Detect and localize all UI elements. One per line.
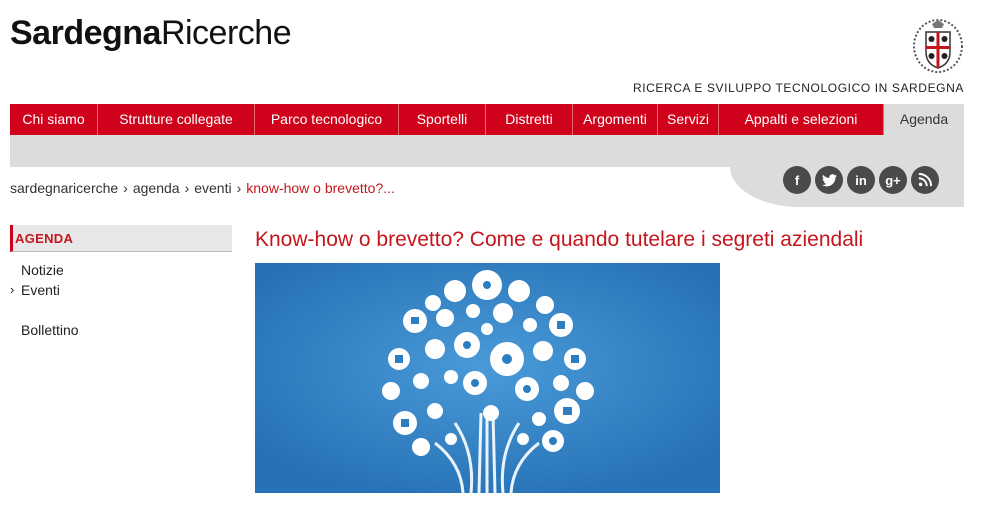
breadcrumb-separator: › [123, 180, 128, 196]
site-logo[interactable]: SardegnaRicerche [10, 14, 292, 52]
sidebar-menu: Notizie › Eventi Bollettino [10, 260, 232, 340]
breadcrumb-separator: › [236, 180, 242, 196]
breadcrumb: sardegnaricerche › agenda › eventi › know-how … [10, 180, 395, 196]
nav-item-servizi[interactable]: Servizi [658, 104, 719, 135]
sidebar-item-notizie[interactable]: Notizie [10, 260, 232, 280]
nav-item-strutture-collegate[interactable]: Strutture collegate [98, 104, 255, 135]
article-image [255, 263, 720, 493]
chevron-right-icon: › [10, 282, 15, 297]
social-tree-illustration [255, 263, 720, 493]
breadcrumb-home[interactable]: sardegnaricerche [10, 180, 118, 196]
nav-item-chi-siamo[interactable]: Chi siamo [10, 104, 98, 135]
nav-item-appalti-e-selezioni[interactable]: Appalti e selezioni [719, 104, 884, 135]
sidebar-heading: AGENDA [10, 225, 232, 252]
sidebar-item-label: Bollettino [21, 322, 79, 338]
nav-item-argomenti[interactable]: Argomenti [573, 104, 658, 135]
article-title: Know-how o brevetto? Come e quando tutel… [255, 228, 864, 251]
nav-item-parco-tecnologico[interactable]: Parco tecnologico [255, 104, 399, 135]
sidebar-item-label: Eventi [21, 282, 60, 298]
logo-bold-text: Sardegna [10, 14, 161, 52]
sidebar-item-label: Notizie [21, 262, 64, 278]
sidebar-item-eventi[interactable]: › Eventi [10, 280, 232, 300]
logo-light-text: Ricerche [160, 14, 292, 52]
sardinia-crest-icon[interactable] [912, 18, 964, 74]
nav-item-distretti[interactable]: Distretti [486, 104, 573, 135]
sidebar-item-bollettino[interactable]: Bollettino [10, 320, 232, 340]
social-links: f in g+ [783, 166, 939, 194]
linkedin-icon[interactable]: in [847, 166, 875, 194]
breadcrumb-current: know-how o brevetto?... [246, 180, 395, 196]
breadcrumb-eventi[interactable]: eventi [194, 180, 231, 196]
breadcrumb-agenda[interactable]: agenda [133, 180, 180, 196]
site-tagline: RICERCA E SVILUPPO TECNOLOGICO IN SARDEG… [632, 81, 964, 95]
nav-item-sportelli[interactable]: Sportelli [399, 104, 486, 135]
rss-icon[interactable] [911, 166, 939, 194]
main-nav: Chi siamo Strutture collegate Parco tecn… [10, 104, 964, 135]
twitter-icon[interactable] [815, 166, 843, 194]
nav-item-agenda[interactable]: Agenda [884, 104, 964, 135]
googleplus-icon[interactable]: g+ [879, 166, 907, 194]
facebook-icon[interactable]: f [783, 166, 811, 194]
breadcrumb-separator: › [184, 180, 190, 196]
